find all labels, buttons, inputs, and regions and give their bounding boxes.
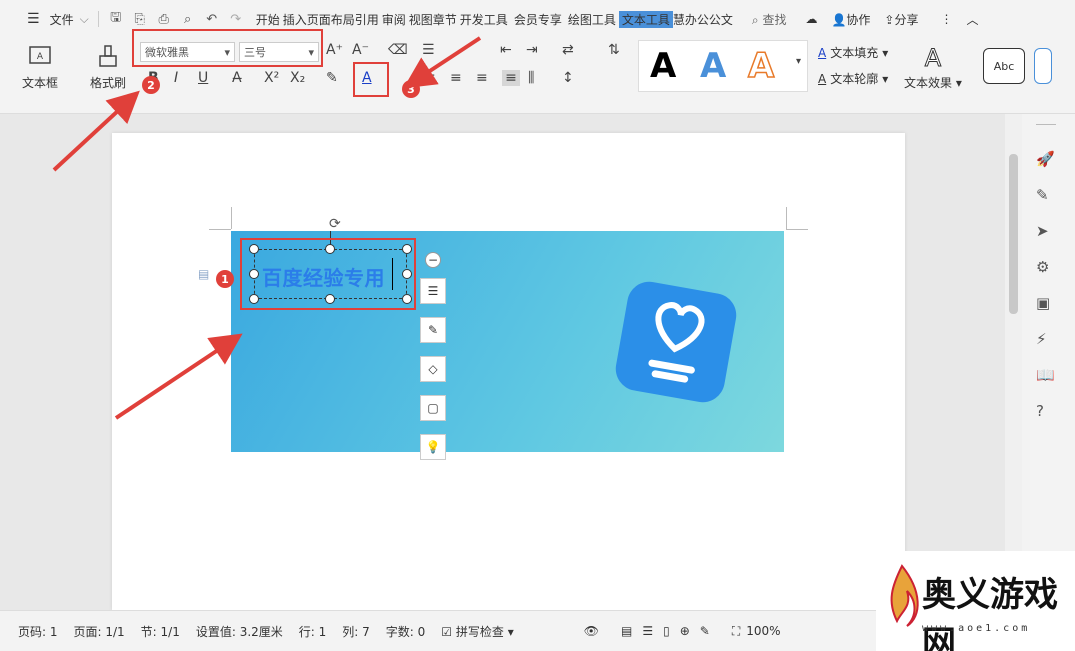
vertical-scrollbar[interactable] <box>1005 114 1022 554</box>
arrow-font-color <box>403 36 482 89</box>
fit-icon[interactable]: ⛶ <box>732 624 740 639</box>
status-section: 节: 1/1 <box>140 624 180 639</box>
arrow-font <box>52 90 140 172</box>
watermark-url: www.aoe1.com <box>922 623 1031 634</box>
sliders-icon[interactable]: ⚙ <box>1036 258 1049 276</box>
status-col: 列: 7 <box>342 624 370 639</box>
outline-view-icon[interactable]: ☰ <box>642 624 653 638</box>
rocket-icon[interactable]: 🚀 <box>1036 150 1055 168</box>
spellcheck-button[interactable]: ☑ 拼写检查 ▾ <box>441 623 513 640</box>
status-setting: 设置值: 3.2厘米 <box>195 624 283 639</box>
page-view-icon[interactable]: ▤ <box>621 624 632 638</box>
arrow-textbox <box>114 333 243 420</box>
watermark-brand: 奥义游戏网 <box>922 575 1058 651</box>
zoom-level[interactable]: 100% <box>746 624 780 638</box>
status-page: 页面: 1/1 <box>73 624 125 639</box>
web-view-icon[interactable]: ⊕ <box>680 624 690 638</box>
help-icon[interactable]: ? <box>1036 402 1044 420</box>
book-icon[interactable]: 📖 <box>1036 366 1055 384</box>
check-icon: ☑ <box>441 624 453 639</box>
status-page-code: 页码: 1 <box>18 624 58 639</box>
pen-icon[interactable]: ✎ <box>1036 186 1049 204</box>
flame-logo-icon <box>882 561 922 631</box>
watermark: 奥义游戏网 www.aoe1.com <box>876 551 1075 651</box>
status-words[interactable]: 字数: 0 <box>386 623 426 640</box>
lightning-icon[interactable]: ⚡ <box>1036 330 1047 348</box>
cursor-icon[interactable]: ➤ <box>1036 222 1049 240</box>
scroll-thumb[interactable] <box>1009 154 1018 314</box>
write-view-icon[interactable]: ✎ <box>700 624 710 638</box>
eye-icon[interactable]: 👁 <box>584 624 599 638</box>
right-sidebar: 🚀 ✎ ➤ ⚙ ▣ ⚡ 📖 ? <box>1022 114 1075 610</box>
image-tools-icon[interactable]: ▣ <box>1036 294 1050 312</box>
read-view-icon[interactable]: ▯ <box>663 624 670 638</box>
status-row: 行: 1 <box>298 624 327 639</box>
